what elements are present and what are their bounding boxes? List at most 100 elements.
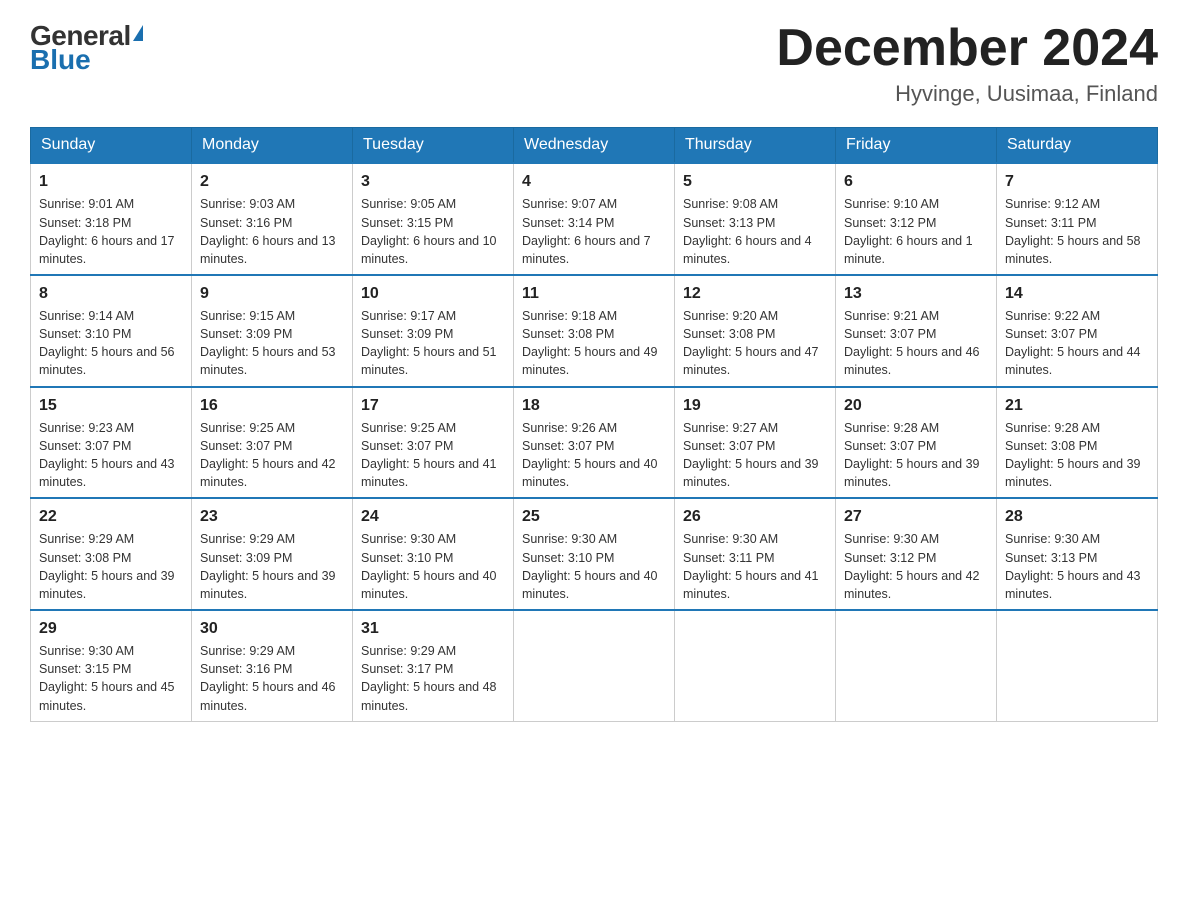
daylight-text: Daylight: 5 hours and 48 minutes. [361, 680, 497, 712]
table-row [675, 610, 836, 721]
sunrise-text: Sunrise: 9:30 AM [844, 532, 939, 546]
sunrise-text: Sunrise: 9:15 AM [200, 309, 295, 323]
table-row: 1 Sunrise: 9:01 AM Sunset: 3:18 PM Dayli… [31, 163, 192, 275]
table-row: 25 Sunrise: 9:30 AM Sunset: 3:10 PM Dayl… [514, 498, 675, 610]
sunset-text: Sunset: 3:16 PM [200, 662, 292, 676]
sunset-text: Sunset: 3:08 PM [522, 327, 614, 341]
sunrise-text: Sunrise: 9:30 AM [683, 532, 778, 546]
sunset-text: Sunset: 3:07 PM [39, 439, 131, 453]
sunset-text: Sunset: 3:07 PM [844, 327, 936, 341]
table-row: 5 Sunrise: 9:08 AM Sunset: 3:13 PM Dayli… [675, 163, 836, 275]
sunrise-text: Sunrise: 9:14 AM [39, 309, 134, 323]
sunrise-text: Sunrise: 9:03 AM [200, 197, 295, 211]
day-number: 1 [39, 170, 183, 193]
daylight-text: Daylight: 5 hours and 42 minutes. [844, 569, 980, 601]
daylight-text: Daylight: 5 hours and 46 minutes. [200, 680, 336, 712]
day-number: 11 [522, 282, 666, 305]
day-number: 24 [361, 505, 505, 528]
sunset-text: Sunset: 3:10 PM [522, 551, 614, 565]
sunset-text: Sunset: 3:07 PM [361, 439, 453, 453]
daylight-text: Daylight: 5 hours and 39 minutes. [1005, 457, 1141, 489]
sunrise-text: Sunrise: 9:30 AM [1005, 532, 1100, 546]
calendar-week-row: 22 Sunrise: 9:29 AM Sunset: 3:08 PM Dayl… [31, 498, 1158, 610]
daylight-text: Daylight: 5 hours and 40 minutes. [361, 569, 497, 601]
sunset-text: Sunset: 3:09 PM [200, 327, 292, 341]
daylight-text: Daylight: 5 hours and 39 minutes. [683, 457, 819, 489]
table-row: 20 Sunrise: 9:28 AM Sunset: 3:07 PM Dayl… [836, 387, 997, 499]
daylight-text: Daylight: 5 hours and 43 minutes. [1005, 569, 1141, 601]
table-row: 24 Sunrise: 9:30 AM Sunset: 3:10 PM Dayl… [353, 498, 514, 610]
day-number: 7 [1005, 170, 1149, 193]
sunrise-text: Sunrise: 9:20 AM [683, 309, 778, 323]
sunrise-text: Sunrise: 9:25 AM [361, 421, 456, 435]
table-row: 12 Sunrise: 9:20 AM Sunset: 3:08 PM Dayl… [675, 275, 836, 387]
sunset-text: Sunset: 3:15 PM [361, 216, 453, 230]
table-row: 21 Sunrise: 9:28 AM Sunset: 3:08 PM Dayl… [997, 387, 1158, 499]
col-thursday: Thursday [675, 128, 836, 164]
day-number: 18 [522, 394, 666, 417]
daylight-text: Daylight: 5 hours and 45 minutes. [39, 680, 175, 712]
sunrise-text: Sunrise: 9:22 AM [1005, 309, 1100, 323]
title-section: December 2024 Hyvinge, Uusimaa, Finland [776, 20, 1158, 107]
table-row: 17 Sunrise: 9:25 AM Sunset: 3:07 PM Dayl… [353, 387, 514, 499]
daylight-text: Daylight: 6 hours and 17 minutes. [39, 234, 175, 266]
daylight-text: Daylight: 6 hours and 13 minutes. [200, 234, 336, 266]
sunset-text: Sunset: 3:10 PM [361, 551, 453, 565]
sunset-text: Sunset: 3:07 PM [1005, 327, 1097, 341]
day-number: 22 [39, 505, 183, 528]
day-number: 27 [844, 505, 988, 528]
table-row: 14 Sunrise: 9:22 AM Sunset: 3:07 PM Dayl… [997, 275, 1158, 387]
table-row: 22 Sunrise: 9:29 AM Sunset: 3:08 PM Dayl… [31, 498, 192, 610]
day-number: 8 [39, 282, 183, 305]
table-row: 29 Sunrise: 9:30 AM Sunset: 3:15 PM Dayl… [31, 610, 192, 721]
sunrise-text: Sunrise: 9:26 AM [522, 421, 617, 435]
table-row: 10 Sunrise: 9:17 AM Sunset: 3:09 PM Dayl… [353, 275, 514, 387]
day-number: 4 [522, 170, 666, 193]
daylight-text: Daylight: 5 hours and 44 minutes. [1005, 345, 1141, 377]
day-number: 17 [361, 394, 505, 417]
day-number: 12 [683, 282, 827, 305]
day-number: 5 [683, 170, 827, 193]
day-number: 21 [1005, 394, 1149, 417]
day-number: 10 [361, 282, 505, 305]
daylight-text: Daylight: 6 hours and 7 minutes. [522, 234, 651, 266]
day-number: 13 [844, 282, 988, 305]
month-year-title: December 2024 [776, 20, 1158, 77]
calendar-week-row: 1 Sunrise: 9:01 AM Sunset: 3:18 PM Dayli… [31, 163, 1158, 275]
sunset-text: Sunset: 3:09 PM [200, 551, 292, 565]
daylight-text: Daylight: 5 hours and 39 minutes. [844, 457, 980, 489]
sunrise-text: Sunrise: 9:12 AM [1005, 197, 1100, 211]
col-sunday: Sunday [31, 128, 192, 164]
table-row: 23 Sunrise: 9:29 AM Sunset: 3:09 PM Dayl… [192, 498, 353, 610]
sunset-text: Sunset: 3:18 PM [39, 216, 131, 230]
col-tuesday: Tuesday [353, 128, 514, 164]
sunrise-text: Sunrise: 9:30 AM [39, 644, 134, 658]
day-number: 6 [844, 170, 988, 193]
col-friday: Friday [836, 128, 997, 164]
day-number: 16 [200, 394, 344, 417]
table-row: 9 Sunrise: 9:15 AM Sunset: 3:09 PM Dayli… [192, 275, 353, 387]
table-row: 11 Sunrise: 9:18 AM Sunset: 3:08 PM Dayl… [514, 275, 675, 387]
sunrise-text: Sunrise: 9:30 AM [522, 532, 617, 546]
day-number: 19 [683, 394, 827, 417]
sunrise-text: Sunrise: 9:28 AM [844, 421, 939, 435]
sunrise-text: Sunrise: 9:29 AM [39, 532, 134, 546]
logo-blue-text: Blue [30, 44, 91, 76]
sunrise-text: Sunrise: 9:21 AM [844, 309, 939, 323]
table-row: 2 Sunrise: 9:03 AM Sunset: 3:16 PM Dayli… [192, 163, 353, 275]
sunset-text: Sunset: 3:07 PM [683, 439, 775, 453]
table-row: 8 Sunrise: 9:14 AM Sunset: 3:10 PM Dayli… [31, 275, 192, 387]
sunrise-text: Sunrise: 9:01 AM [39, 197, 134, 211]
table-row: 13 Sunrise: 9:21 AM Sunset: 3:07 PM Dayl… [836, 275, 997, 387]
day-number: 15 [39, 394, 183, 417]
sunrise-text: Sunrise: 9:23 AM [39, 421, 134, 435]
day-number: 28 [1005, 505, 1149, 528]
daylight-text: Daylight: 5 hours and 40 minutes. [522, 457, 658, 489]
col-saturday: Saturday [997, 128, 1158, 164]
sunset-text: Sunset: 3:07 PM [844, 439, 936, 453]
table-row: 19 Sunrise: 9:27 AM Sunset: 3:07 PM Dayl… [675, 387, 836, 499]
day-number: 29 [39, 617, 183, 640]
day-number: 20 [844, 394, 988, 417]
daylight-text: Daylight: 5 hours and 47 minutes. [683, 345, 819, 377]
table-row: 31 Sunrise: 9:29 AM Sunset: 3:17 PM Dayl… [353, 610, 514, 721]
